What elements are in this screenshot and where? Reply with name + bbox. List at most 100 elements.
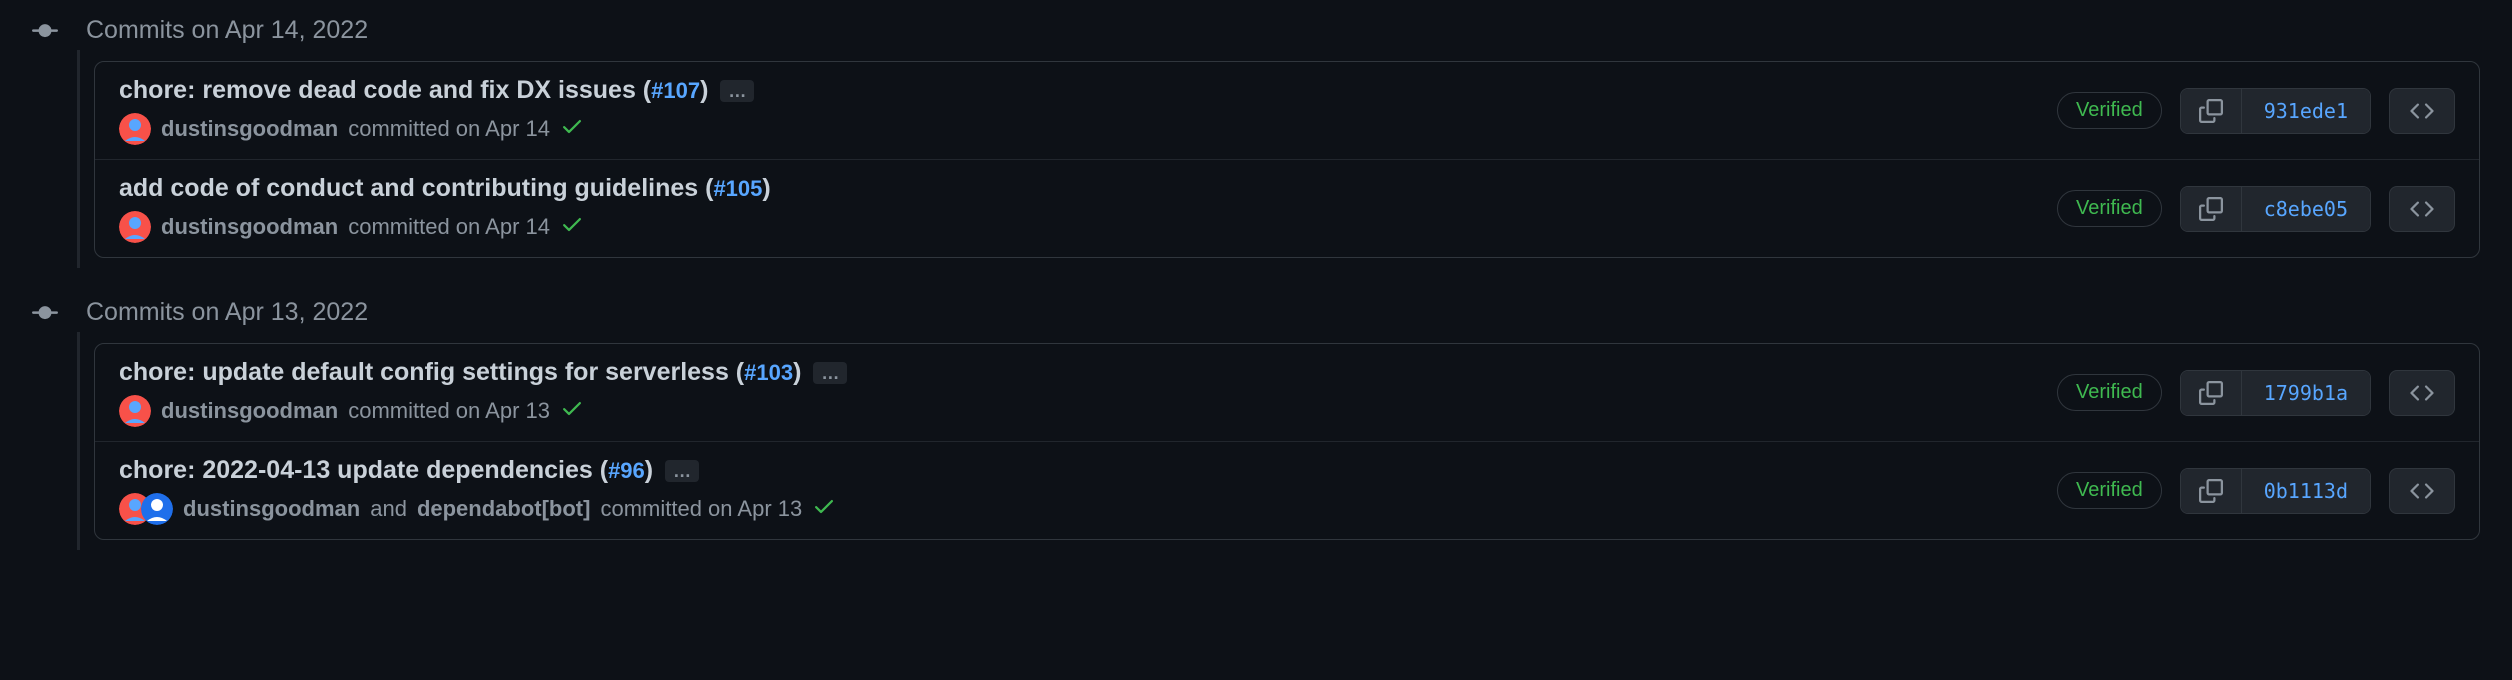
commit-title-wrap[interactable]: chore: remove dead code and fix DX issue… — [119, 76, 708, 105]
verified-badge[interactable]: Verified — [2057, 92, 2162, 129]
date-header: Commits on Apr 13, 2022 — [32, 282, 2480, 343]
commit-row: add code of conduct and contributing gui… — [95, 160, 2479, 257]
copy-icon — [2199, 197, 2223, 221]
verified-badge[interactable]: Verified — [2057, 472, 2162, 509]
commit-meta: dustinsgoodman committed on Apr 13 — [119, 395, 2057, 427]
author-link[interactable]: dustinsgoodman — [183, 496, 360, 522]
browse-code-button[interactable] — [2389, 370, 2455, 416]
commit-left: chore: remove dead code and fix DX issue… — [119, 76, 2057, 145]
code-icon — [2410, 99, 2434, 123]
commit-right: Verified 931ede1 — [2057, 88, 2455, 134]
author-link[interactable]: dependabot[bot] — [417, 496, 591, 522]
sha-button-group: 1799b1a — [2180, 370, 2371, 416]
avatar[interactable] — [119, 211, 151, 243]
code-icon — [2410, 479, 2434, 503]
commit-dot-icon — [32, 300, 58, 326]
code-icon — [2410, 197, 2434, 221]
copy-icon — [2199, 99, 2223, 123]
status-check[interactable] — [560, 114, 584, 144]
commit-meta-text: committed on Apr 13 — [600, 496, 802, 522]
commit-left: chore: update default config settings fo… — [119, 358, 2057, 427]
copy-sha-button[interactable] — [2181, 371, 2242, 415]
sha-button-group: 931ede1 — [2180, 88, 2371, 134]
check-icon — [560, 396, 584, 420]
expand-button[interactable]: … — [813, 362, 847, 384]
sha-button-group: c8ebe05 — [2180, 186, 2371, 232]
expand-button[interactable]: … — [720, 80, 754, 102]
expand-button[interactable]: … — [665, 460, 699, 482]
sha-link[interactable]: 1799b1a — [2242, 371, 2370, 415]
commit-title[interactable]: add code of conduct and contributing gui… — [119, 174, 713, 202]
author-link[interactable]: dustinsgoodman — [161, 398, 338, 424]
date-label: Commits on Apr 14, 2022 — [86, 16, 368, 45]
copy-sha-button[interactable] — [2181, 89, 2242, 133]
sha-link[interactable]: 931ede1 — [2242, 89, 2370, 133]
commit-left: chore: 2022-04-13 update dependencies (#… — [119, 456, 2057, 525]
status-check[interactable] — [812, 494, 836, 524]
browse-code-button[interactable] — [2389, 186, 2455, 232]
commit-title-suffix[interactable]: ) — [700, 76, 708, 104]
author-link[interactable]: dustinsgoodman — [161, 214, 338, 240]
commit-title-line: chore: 2022-04-13 update dependencies (#… — [119, 456, 2057, 485]
commit-title-suffix[interactable]: ) — [645, 456, 653, 484]
copy-sha-button[interactable] — [2181, 469, 2242, 513]
commit-meta-text: committed on Apr 14 — [348, 214, 550, 240]
commit-title-wrap[interactable]: chore: 2022-04-13 update dependencies (#… — [119, 456, 653, 485]
status-check[interactable] — [560, 396, 584, 426]
commit-title-suffix[interactable]: ) — [793, 358, 801, 386]
verified-badge[interactable]: Verified — [2057, 190, 2162, 227]
pr-link[interactable]: #105 — [713, 176, 762, 201]
date-group: Commits on Apr 13, 2022 chore: update def… — [32, 282, 2480, 540]
timeline-line — [77, 332, 80, 550]
commit-title[interactable]: chore: update default config settings fo… — [119, 358, 744, 386]
commit-right: Verified 1799b1a — [2057, 370, 2455, 416]
and-text: and — [370, 496, 407, 522]
commit-meta: dustinsgoodman committed on Apr 14 — [119, 113, 2057, 145]
commit-title-wrap[interactable]: add code of conduct and contributing gui… — [119, 174, 771, 203]
commit-meta-text: committed on Apr 14 — [348, 116, 550, 142]
commit-dot-icon — [32, 18, 58, 44]
browse-code-button[interactable] — [2389, 88, 2455, 134]
avatar[interactable] — [119, 113, 151, 145]
commit-title[interactable]: chore: remove dead code and fix DX issue… — [119, 76, 651, 104]
pr-link[interactable]: #107 — [651, 78, 700, 103]
commit-row: chore: update default config settings fo… — [95, 344, 2479, 442]
commit-title-line: add code of conduct and contributing gui… — [119, 174, 2057, 203]
avatar-pair[interactable] — [119, 493, 173, 525]
browse-code-button[interactable] — [2389, 468, 2455, 514]
commit-meta-text: committed on Apr 13 — [348, 398, 550, 424]
commit-timeline: Commits on Apr 14, 2022 chore: remove dea… — [0, 0, 2512, 540]
commits-box: chore: remove dead code and fix DX issue… — [94, 61, 2480, 258]
commits-box: chore: update default config settings fo… — [94, 343, 2480, 540]
commit-right: Verified c8ebe05 — [2057, 186, 2455, 232]
commit-title[interactable]: chore: 2022-04-13 update dependencies ( — [119, 456, 608, 484]
commit-right: Verified 0b1113d — [2057, 468, 2455, 514]
sha-link[interactable]: 0b1113d — [2242, 469, 2370, 513]
code-icon — [2410, 381, 2434, 405]
commit-left: add code of conduct and contributing gui… — [119, 174, 2057, 243]
verified-badge[interactable]: Verified — [2057, 374, 2162, 411]
avatar[interactable] — [119, 395, 151, 427]
commit-title-wrap[interactable]: chore: update default config settings fo… — [119, 358, 801, 387]
sha-button-group: 0b1113d — [2180, 468, 2371, 514]
pr-link[interactable]: #96 — [608, 458, 645, 483]
commit-meta: dustinsgoodman committed on Apr 14 — [119, 211, 2057, 243]
status-check[interactable] — [560, 212, 584, 242]
commit-row: chore: 2022-04-13 update dependencies (#… — [95, 442, 2479, 539]
commit-meta: dustinsgoodman and dependabot[bot] commit… — [119, 493, 2057, 525]
copy-icon — [2199, 479, 2223, 503]
pr-link[interactable]: #103 — [744, 360, 793, 385]
check-icon — [812, 494, 836, 518]
check-icon — [560, 114, 584, 138]
copy-sha-button[interactable] — [2181, 187, 2242, 231]
date-header: Commits on Apr 14, 2022 — [32, 0, 2480, 61]
commit-row: chore: remove dead code and fix DX issue… — [95, 62, 2479, 160]
commit-title-line: chore: remove dead code and fix DX issue… — [119, 76, 2057, 105]
commit-title-line: chore: update default config settings fo… — [119, 358, 2057, 387]
author-link[interactable]: dustinsgoodman — [161, 116, 338, 142]
copy-icon — [2199, 381, 2223, 405]
date-group: Commits on Apr 14, 2022 chore: remove dea… — [32, 0, 2480, 258]
avatar[interactable] — [141, 493, 173, 525]
commit-title-suffix[interactable]: ) — [762, 174, 770, 202]
sha-link[interactable]: c8ebe05 — [2242, 187, 2370, 231]
